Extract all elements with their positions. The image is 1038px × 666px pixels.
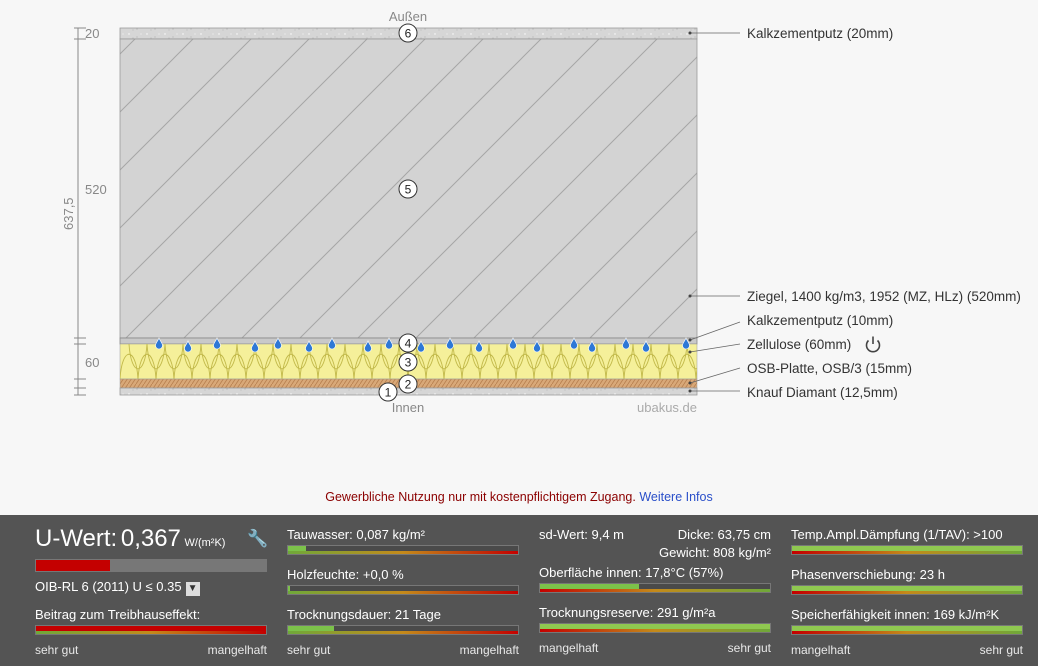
tav-label[interactable]: Temp.Ampl.Dämpfung (1/TAV): >100 — [791, 527, 1003, 542]
uvalue-bar — [35, 559, 267, 572]
sdwert-label[interactable]: sd-Wert: 9,4 m — [539, 527, 624, 542]
greenhouse-label: Beitrag zum Treibhauseffekt: — [35, 607, 201, 622]
more-info-link[interactable]: Weitere Infos — [639, 490, 712, 504]
tauwasser-bar — [287, 545, 519, 555]
layer-number-6[interactable]: 6 — [398, 23, 418, 43]
scale-good-label: sehr gut — [287, 643, 331, 657]
dim-20: 20 — [85, 26, 99, 41]
layer-label-2[interactable]: OSB-Platte, OSB/3 (15mm) — [747, 361, 912, 376]
greenhouse-bar — [35, 625, 267, 635]
scale-bad-label: mangelhaft — [539, 641, 599, 655]
dim-520: 520 — [85, 182, 107, 197]
norm-text: OIB-RL 6 (2011) U ≤ 0.35 — [35, 579, 182, 594]
svg-text:5: 5 — [405, 183, 412, 197]
scale-bad-label: mangelhaft — [791, 643, 851, 657]
uvalue-label: U-Wert: — [35, 525, 118, 552]
license-notice: Gewerbliche Nutzung nur mit kostenpflich… — [0, 490, 1038, 504]
trocknungsdauer-bar — [287, 625, 519, 635]
svg-text:3: 3 — [405, 356, 412, 370]
scale-bad-label: mangelhaft — [459, 643, 519, 657]
wall-section-diagram: 637,5 20 520 60 Außen Innen ubakus.de 6 … — [61, 9, 1021, 415]
scale-good-label: sehr gut — [35, 643, 79, 657]
layer-label-6[interactable]: Kalkzementputz (20mm) — [747, 26, 893, 41]
wrench-icon[interactable]: 🔧 — [247, 529, 268, 549]
speicher-label[interactable]: Speicherfähigkeit innen: 169 kJ/m²K — [791, 607, 999, 622]
trocknungsreserve-bar — [539, 623, 771, 633]
dicke-label: Dicke: 63,75 cm — [677, 527, 771, 542]
scale-bad-label: mangelhaft — [207, 643, 267, 657]
trocknungsreserve-label[interactable]: Trocknungsreserve: 291 g/m²a — [539, 605, 716, 620]
tav-bar — [791, 545, 1023, 555]
tauwasser-label[interactable]: Tauwasser: 0,087 kg/m² — [287, 527, 425, 542]
column-uvalue: U-Wert: 0,367 W/(m²K) 🔧 OIB-RL 6 (2011) … — [35, 515, 268, 666]
norm-line[interactable]: OIB-RL 6 (2011) U ≤ 0.35 ▼ — [35, 579, 200, 596]
uvalue-display: U-Wert: 0,367 W/(m²K) — [35, 525, 225, 553]
results-panel: U-Wert: 0,367 W/(m²K) 🔧 OIB-RL 6 (2011) … — [0, 515, 1038, 666]
svg-text:6: 6 — [405, 27, 412, 41]
trocknungsdauer-label[interactable]: Trocknungsdauer: 21 Tage — [287, 607, 441, 622]
notice-text: Gewerbliche Nutzung nur mit kostenpflich… — [325, 490, 636, 504]
power-icon[interactable] — [865, 336, 881, 353]
layer-number-3[interactable]: 3 — [398, 352, 418, 372]
holzfeuchte-label[interactable]: Holzfeuchte: +0,0 % — [287, 567, 404, 582]
uvalue-unit: W/(m²K) — [184, 537, 226, 549]
scale-good-label: sehr gut — [979, 643, 1023, 657]
layer-number-5[interactable]: 5 — [398, 179, 418, 199]
dropdown-arrow-icon[interactable]: ▼ — [185, 582, 200, 596]
leader-lines — [689, 32, 741, 392]
svg-text:4: 4 — [405, 337, 412, 351]
inside-label: Innen — [392, 400, 425, 415]
outside-label: Außen — [389, 9, 427, 24]
phase-label[interactable]: Phasenverschiebung: 23 h — [791, 567, 945, 582]
layer-number-2[interactable]: 2 — [398, 374, 418, 394]
layer-label-3[interactable]: Zellulose (60mm) — [747, 337, 851, 352]
svg-text:1: 1 — [385, 386, 392, 400]
phase-bar — [791, 585, 1023, 595]
layer-number-1[interactable]: 1 — [378, 382, 398, 402]
watermark: ubakus.de — [637, 400, 697, 415]
layer-label-1[interactable]: Knauf Diamant (12,5mm) — [747, 385, 898, 400]
speicher-bar — [791, 625, 1023, 635]
ubakus-wall-calculator: 637,5 20 520 60 Außen Innen ubakus.de 6 … — [0, 0, 1038, 666]
column-moisture: Tauwasser: 0,087 kg/m² Holzfeuchte: +0,0… — [287, 515, 519, 666]
scale-good-label: sehr gut — [727, 641, 771, 655]
holzfeuchte-bar — [287, 585, 519, 595]
dim-60: 60 — [85, 355, 99, 370]
gewicht-label: Gewicht: 808 kg/m² — [659, 545, 771, 560]
column-summer: Temp.Ampl.Dämpfung (1/TAV): >100 Phasenv… — [791, 515, 1023, 666]
layer-label-5[interactable]: Ziegel, 1400 kg/m3, 1952 (MZ, HLz) (520m… — [747, 289, 1021, 304]
layer-label-4[interactable]: Kalkzementputz (10mm) — [747, 313, 893, 328]
svg-text:2: 2 — [405, 378, 412, 392]
uvalue-value: 0,367 — [120, 525, 181, 552]
oberflaeche-label[interactable]: Oberfläche innen: 17,8°C (57%) — [539, 565, 723, 580]
uvalue-bar-fill — [36, 560, 110, 571]
column-surface: sd-Wert: 9,4 m Dicke: 63,75 cm Gewicht: … — [539, 515, 771, 666]
oberflaeche-bar — [539, 583, 771, 593]
layer-number-4[interactable]: 4 — [398, 333, 418, 353]
dim-total: 637,5 — [61, 197, 76, 230]
